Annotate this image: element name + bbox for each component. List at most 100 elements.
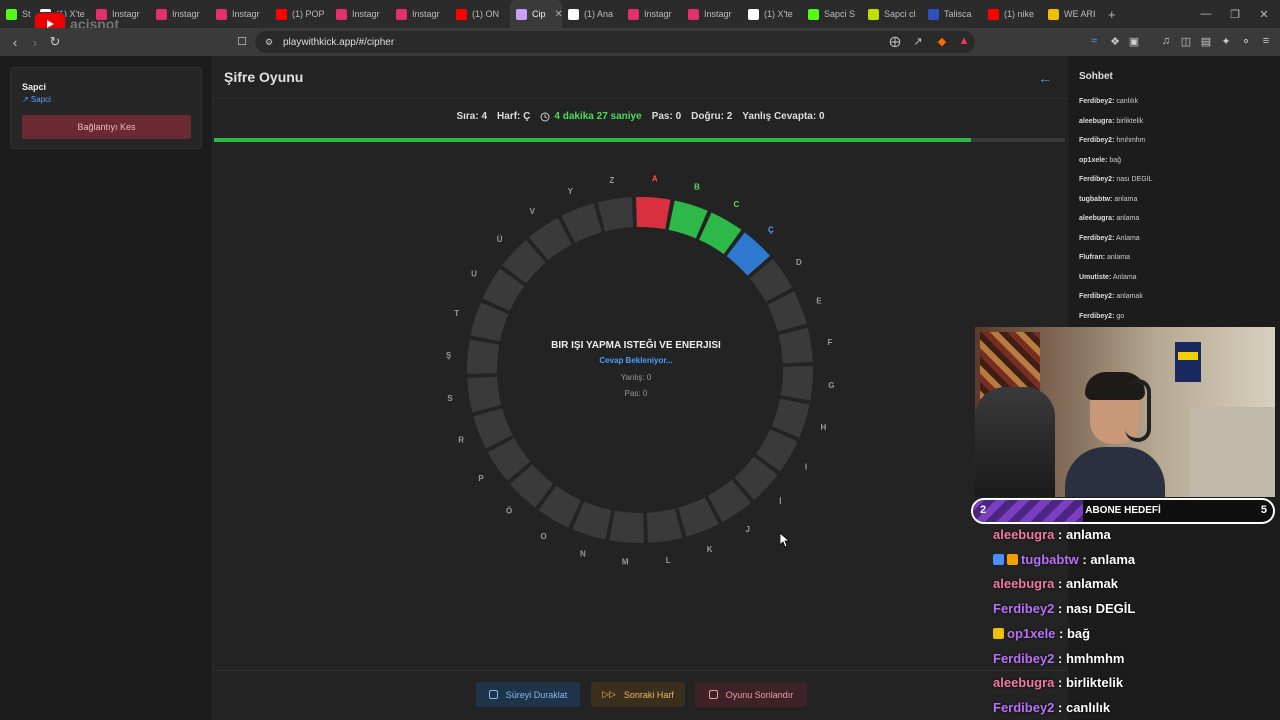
subscriber-goal-bar: 2 ABONE HEDEFİ 5 <box>971 498 1275 524</box>
site-info-icon[interactable]: ⚙ <box>262 35 276 49</box>
overlay-text: : anlama <box>1078 551 1136 567</box>
brave-shield-icon[interactable]: ◆ <box>935 34 949 48</box>
chat-text: hmhmhm <box>1116 137 1146 144</box>
media-icon[interactable]: ♫ <box>1159 34 1173 48</box>
clock-icon <box>540 112 550 121</box>
tab-8[interactable]: (1) ON <box>450 0 510 28</box>
chat-text: nası DEGİL <box>1116 176 1153 183</box>
end-label: Oyunu Sonlandır <box>725 689 794 700</box>
pause-timer-button[interactable]: Süreyi Duraklat <box>476 682 580 707</box>
minimize-icon[interactable]: — <box>1190 0 1222 28</box>
overlay-chat-message: aleebugra : anlama <box>993 527 1111 542</box>
overlay-username: tugbabtw <box>1021 551 1079 567</box>
tab-3[interactable]: Instagr <box>150 0 210 28</box>
stop-icon <box>708 690 718 699</box>
tab-15[interactable]: Sapci cl <box>862 0 922 28</box>
audio-icon[interactable]: ≈ <box>1087 34 1101 48</box>
wheel-letter: B <box>694 183 700 192</box>
question-text: BIR IŞI YAPMA ISTEĞI VE ENERJISI <box>551 340 721 351</box>
tab-11[interactable]: Instagr <box>622 0 682 28</box>
left-panel <box>0 56 213 720</box>
tab-14[interactable]: Sapci S <box>802 0 862 28</box>
screenshot-icon[interactable]: ▣ <box>1127 34 1141 48</box>
overlay-text: : anlamak <box>1054 576 1119 592</box>
wheel-segment-14 <box>609 510 644 543</box>
tab-16[interactable]: Talisca <box>922 0 982 28</box>
wheel-letter: E <box>816 296 822 305</box>
wheel-letter: Ç <box>768 226 774 235</box>
instagram-icon <box>216 8 227 20</box>
user-name: Sapci <box>22 82 47 92</box>
pass-count: Pas: 0 <box>624 389 648 398</box>
url-field[interactable]: playwithkick.app/#/cipher <box>255 31 975 53</box>
tab-10[interactable]: (1) Ana <box>562 0 622 28</box>
chat-username: Ferdibey2: <box>1079 137 1115 144</box>
tab-9[interactable]: Cip ✕ <box>510 0 563 28</box>
tab-bar: St (1) X'te Instagr Instagr Instagr (1) POP In… <box>0 0 1280 28</box>
vpn-icon[interactable]: ⚬ <box>1239 34 1253 48</box>
back-arrow-icon[interactable]: ← <box>1038 70 1052 86</box>
wheel-letter: Ö <box>506 506 512 515</box>
overlay-text: : hmhmhm <box>1054 650 1125 666</box>
chat-username: Ferdibey2: <box>1079 98 1115 105</box>
tab-6[interactable]: Instagr <box>330 0 390 28</box>
tab-label: (1) POP <box>292 9 325 19</box>
disconnect-button[interactable]: Bağlantıyı Kes <box>22 115 191 139</box>
wheel-letter: S <box>447 394 453 403</box>
bookmark-icon[interactable]: ☐ <box>235 34 249 48</box>
restore-icon[interactable]: ❐ <box>1219 0 1251 28</box>
tab-label: Cip <box>532 9 546 19</box>
wheel-segment-7 <box>780 366 813 401</box>
wheel-letter: N <box>580 549 586 558</box>
cipher-icon <box>516 8 527 20</box>
mouse-cursor-icon <box>780 533 790 548</box>
overlay-chat-message: aleebugra : anlamak <box>993 576 1118 591</box>
header-divider <box>213 98 1068 99</box>
tab-7[interactable]: Instagr <box>390 0 450 28</box>
menu-icon[interactable]: ≡ <box>1259 34 1273 48</box>
user-channel-link[interactable]: ↗ Sapci <box>22 95 51 104</box>
kick-icon <box>868 8 879 20</box>
forward-icon[interactable]: › <box>25 32 45 52</box>
sidebar-icon[interactable]: ◫ <box>1179 34 1193 48</box>
wheel-letter: T <box>454 309 459 318</box>
wheel-letter: Z <box>609 176 614 185</box>
chat-message: op1xele: bağ <box>1079 157 1121 164</box>
tab-18[interactable]: WE ARI <box>1042 0 1102 28</box>
wheel-letter: Ş <box>446 351 452 360</box>
tab-label: Instagr <box>704 9 732 19</box>
leo-icon[interactable]: ✦ <box>1219 34 1233 48</box>
chat-text: anlama <box>1107 254 1130 261</box>
close-window-icon[interactable]: ✕ <box>1248 0 1280 28</box>
chat-text: anlamak <box>1116 293 1143 300</box>
new-tab-icon[interactable]: + <box>1102 0 1122 28</box>
extensions-icon[interactable]: ❖ <box>1108 34 1122 48</box>
pass-stat: Pas: 0 <box>651 111 682 122</box>
tab-0[interactable]: St <box>0 0 34 28</box>
tab-17[interactable]: (1) nike <box>982 0 1042 28</box>
tab-4[interactable]: Instagr <box>210 0 270 28</box>
pause-icon <box>488 690 498 699</box>
answer-status: Cevap Bekleniyor... <box>599 356 673 365</box>
tab-5[interactable]: (1) POP <box>270 0 330 28</box>
chat-username: Umutiste: <box>1079 273 1112 281</box>
instagram-icon <box>396 8 407 20</box>
back-icon[interactable]: ‹ <box>5 32 25 52</box>
tab-label: (1) ON <box>472 9 499 19</box>
brave-rewards-icon[interactable]: ▲ <box>957 34 971 48</box>
wheel-segment-0 <box>636 197 671 230</box>
overlay-chat-message: Ferdibey2 : hmhmhm <box>993 651 1124 666</box>
tab-12[interactable]: Instagr <box>682 0 742 28</box>
translate-icon[interactable]: ⨁ <box>888 34 902 48</box>
end-game-button[interactable]: Oyunu Sonlandır <box>695 682 807 707</box>
youtube-icon <box>276 8 287 20</box>
turn-stat: Sıra: 4 <box>456 111 488 122</box>
timer-progress-fill <box>214 138 972 142</box>
wallet-icon[interactable]: ▤ <box>1199 34 1213 48</box>
letter-stat: Harf: Ç <box>497 111 531 122</box>
next-letter-button[interactable]: ▷▷ Sonraki Harf <box>591 682 685 707</box>
share-icon[interactable]: ↗ <box>911 34 925 48</box>
tab-13[interactable]: (1) X'te <box>742 0 802 28</box>
wheel-letter: F <box>827 338 832 347</box>
reload-icon[interactable]: ↻ <box>45 32 65 52</box>
